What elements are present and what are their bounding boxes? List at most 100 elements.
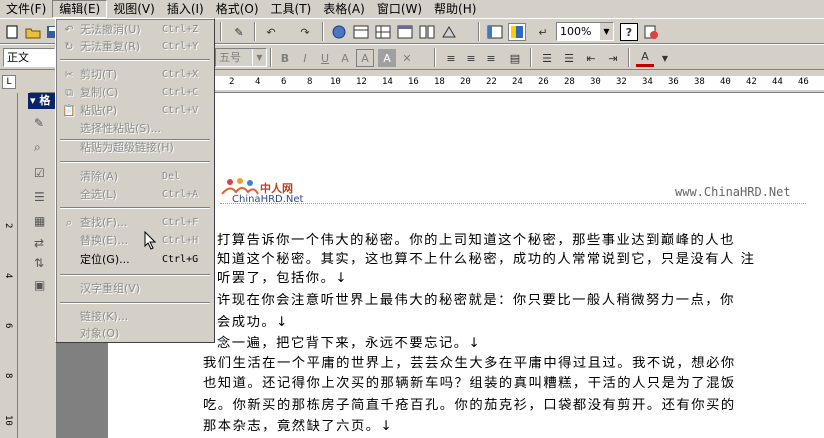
paragraph-line: 也知道。还记得你上次买的那辆新车吗？组装的真叫糟糕，干活的人只是为了混饭	[203, 376, 736, 391]
ruler-tick: 24	[512, 77, 523, 87]
format-icon[interactable]: ✎	[34, 116, 50, 132]
paste-icon: 📋	[62, 104, 76, 117]
tables-borders-icon[interactable]	[352, 23, 370, 41]
document-map-icon[interactable]	[486, 23, 504, 41]
copy-icon: ⧉	[65, 86, 73, 99]
ruler-tick: 26	[538, 77, 549, 87]
char-shading-icon[interactable]: A	[378, 49, 396, 67]
redo-icon: ↻	[64, 40, 74, 53]
char-box-icon[interactable]: A	[356, 49, 374, 67]
menu-bar: 文件(F) 编辑(E) 视图(V) 插入(I) 格式(O) 工具(T) 表格(A…	[0, 0, 824, 18]
bullets-icon[interactable]: ☰	[560, 49, 578, 67]
decrease-indent-icon[interactable]: ⇤	[582, 49, 600, 67]
paragraph-line: 我们生活在一个平庸的世界上，芸芸众生大多在平庸中得过且过。我不说，想必你	[203, 356, 736, 371]
vruler-tick: 2	[3, 223, 13, 229]
distributed-icon[interactable]: ▤	[506, 49, 524, 67]
ruler-tick: 32	[616, 77, 627, 87]
menu-cut[interactable]: ✂ 剪切(T) Ctrl+X	[58, 65, 212, 85]
paragraph-line: 会成功。↓	[217, 315, 289, 330]
vertical-ruler: 2 4 6 8 10	[0, 93, 18, 438]
undo-icon[interactable]: ↶	[262, 23, 280, 41]
new-document-icon[interactable]	[3, 23, 21, 41]
sort-icon[interactable]: ⇅	[34, 256, 50, 272]
hyperlink-icon[interactable]	[330, 23, 348, 41]
task-pane-title[interactable]: ▾ 格	[28, 93, 56, 109]
style-select[interactable]: 正文	[3, 48, 55, 67]
font-color-dropdown-icon[interactable]: ▼	[656, 49, 674, 67]
menu-object[interactable]: 对象(O)	[58, 324, 212, 344]
menu-view[interactable]: 视图(V)	[107, 0, 161, 18]
bold-icon[interactable]: B	[276, 49, 294, 67]
menu-insert[interactable]: 插入(I)	[161, 0, 210, 18]
menu-redo[interactable]: ↻ 无法重复(R) Ctrl+Y	[58, 37, 212, 57]
font-color-icon[interactable]: A	[636, 49, 654, 67]
align-right-icon[interactable]: ≡	[482, 49, 500, 67]
header-site-url: www.ChinaHRD.Net	[675, 185, 791, 199]
menu-window[interactable]: 窗口(W)	[371, 0, 428, 18]
ruler-tick: 2	[229, 77, 235, 87]
char-scale-icon[interactable]: ✕	[398, 49, 416, 67]
menu-replace[interactable]: 替换(E)... Ctrl+H	[58, 231, 212, 251]
open-folder-icon[interactable]	[24, 23, 42, 41]
insert-excel-icon[interactable]	[396, 23, 414, 41]
scissors-icon: ✂	[64, 68, 74, 81]
menu-paste-special[interactable]: 选择性粘贴(S)...	[58, 119, 212, 139]
ruler-tick: 30	[590, 77, 601, 87]
format-painter-icon[interactable]: ✎	[230, 23, 248, 41]
underline-icon[interactable]: U	[316, 49, 334, 67]
menu-paste-hyperlink[interactable]: 粘贴为超级链接(H)	[58, 138, 212, 158]
ruler-tick: 46	[798, 77, 809, 87]
menu-copy[interactable]: ⧉ 复制(C) Ctrl+C	[58, 83, 212, 103]
pilcrow-icon[interactable]: ↵	[534, 23, 552, 41]
insert-table-icon[interactable]	[374, 23, 392, 41]
header-divider	[220, 203, 806, 204]
vruler-tick: 4	[3, 273, 13, 279]
menu-table[interactable]: 表格(A)	[317, 0, 371, 18]
paragraph-line: 知道这个秘密。其实，这也算不上什么秘密，成功的人常常说到它，只是没有人 注	[217, 252, 756, 267]
menu-find[interactable]: ⌕ 查找(F)... Ctrl+F	[58, 213, 212, 233]
search-icon[interactable]: ⌕	[34, 140, 50, 156]
show-hide-icon[interactable]	[508, 23, 526, 41]
align-justify-icon[interactable]: ≡	[442, 49, 460, 67]
menu-clear[interactable]: 清除(A) Del	[58, 167, 212, 187]
checkbox-icon[interactable]: ☑	[34, 166, 50, 182]
vruler-tick: 10	[3, 415, 13, 426]
numbering-icon[interactable]: ☰	[538, 49, 556, 67]
vruler-tick: 8	[3, 373, 13, 379]
menu-goto[interactable]: 定位(G)... Ctrl+G	[58, 250, 212, 270]
italic-icon[interactable]: I	[296, 49, 314, 67]
columns-icon[interactable]	[418, 23, 436, 41]
mouse-cursor-icon	[144, 231, 157, 250]
menu-separator	[60, 207, 210, 209]
char-border-icon[interactable]: A	[336, 49, 354, 67]
help-icon[interactable]: ?	[620, 23, 638, 41]
office-assistant-icon[interactable]	[642, 23, 660, 41]
menu-separator	[60, 161, 210, 163]
zoom-select[interactable]: 100% ▼	[556, 22, 614, 41]
ruler-tick: 22	[486, 77, 497, 87]
menu-help[interactable]: 帮助(H)	[428, 0, 482, 18]
ruler-tick: 38	[694, 77, 705, 87]
list-icon[interactable]: ☰	[34, 190, 50, 206]
menu-paste[interactable]: 📋 粘贴(P) Ctrl+V	[58, 101, 212, 121]
menu-edit[interactable]: 编辑(E)	[52, 0, 108, 18]
tab-selector-icon[interactable]: L	[2, 75, 16, 89]
menu-format[interactable]: 格式(O)	[210, 0, 265, 18]
table-icon[interactable]: ▦	[34, 214, 50, 230]
menu-select-all[interactable]: 全选(L) Ctrl+A	[58, 185, 212, 205]
redo-icon[interactable]: ↷	[296, 23, 314, 41]
menu-file[interactable]: 文件(F)	[0, 0, 52, 18]
merge-icon[interactable]: ⇄	[34, 236, 50, 252]
align-center-icon[interactable]: ≡	[462, 49, 480, 67]
increase-indent-icon[interactable]: ⇥	[604, 49, 622, 67]
menu-separator	[60, 274, 210, 276]
menu-reconvert[interactable]: 汉字重组(V)	[58, 279, 212, 299]
ruler-tick: 8	[307, 77, 313, 87]
menu-separator	[60, 59, 210, 61]
ruler-tick: 44	[772, 77, 783, 87]
menu-separator	[60, 302, 210, 304]
menu-tools[interactable]: 工具(T)	[265, 0, 318, 18]
drawing-icon[interactable]	[440, 23, 458, 41]
image-icon[interactable]: ▣	[34, 278, 50, 294]
font-size-select[interactable]: 五号 ▼	[215, 48, 267, 67]
